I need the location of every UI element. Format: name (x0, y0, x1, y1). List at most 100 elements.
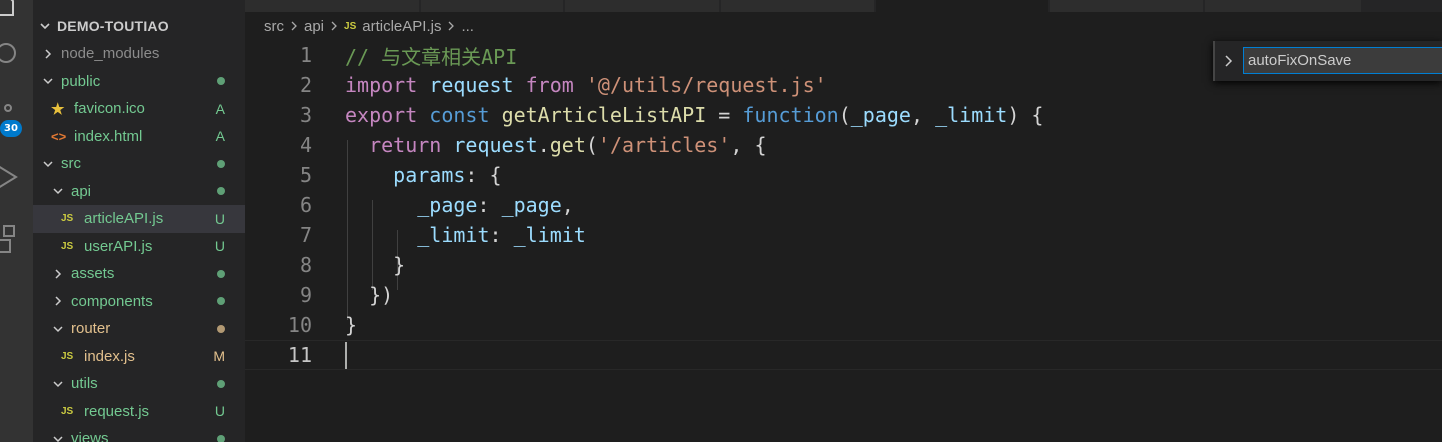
chevron-right-icon (41, 47, 55, 61)
code-line[interactable]: 4 return request.get('/articles', { (245, 130, 1442, 160)
code-line[interactable]: 8 } (245, 250, 1442, 280)
code-token: export (345, 103, 418, 127)
git-status-badge: A (215, 128, 225, 145)
file-item[interactable]: JS index.js M (33, 343, 245, 371)
breadcrumb-api[interactable]: api (304, 18, 324, 35)
tree-item-label: articleAPI.js (84, 210, 164, 228)
file-item[interactable]: JS userAPI.js U (33, 233, 245, 261)
code-line[interactable]: 3 export const getArticleListAPI = functi… (245, 100, 1442, 130)
code-text: _limit: _limit (345, 223, 586, 247)
file-tree: node_modules public ★ favicon.ico A <> index.h… (33, 40, 245, 442)
code-line[interactable]: 7 _limit: _limit (245, 220, 1442, 250)
code-token: '@/utils/request.js' (585, 73, 827, 97)
folder-item[interactable]: public (33, 68, 245, 96)
file-item[interactable]: JS request.js U (33, 398, 245, 426)
chevron-right-icon (447, 21, 455, 31)
toggle-replace-icon[interactable] (1221, 51, 1235, 71)
editor-tab[interactable] (721, 0, 875, 12)
find-input[interactable] (1243, 47, 1442, 74)
js-file-icon: JS (61, 405, 74, 417)
chevron-right-icon (51, 267, 65, 281)
source-control-badge: 30 (0, 120, 22, 137)
tab-strip (245, 0, 1442, 12)
chevron-right-icon (330, 21, 338, 31)
editor-tab[interactable] (565, 0, 720, 12)
git-status-dot (217, 68, 225, 96)
code-token: _limit (935, 103, 1008, 127)
code-token: , (910, 103, 936, 127)
code-line[interactable]: 6 _page: _page, (245, 190, 1442, 220)
folder-item[interactable]: api (33, 178, 245, 206)
js-file-icon: JS (61, 240, 74, 252)
tree-item-label: views (71, 430, 109, 442)
editor-tab[interactable] (1050, 0, 1204, 12)
git-status-dot (217, 370, 225, 398)
code-editor[interactable]: 1 // 与文章相关API 2 import request from '@/util… (245, 40, 1442, 442)
chevron-right-icon (290, 21, 298, 31)
folder-item[interactable]: utils (33, 370, 245, 398)
code-token: import (345, 73, 418, 97)
code-token: _page (850, 103, 911, 127)
code-line[interactable]: 5 params: { (245, 160, 1442, 190)
editor-tab-active[interactable] (876, 0, 1049, 12)
folder-item[interactable]: assets (33, 260, 245, 288)
folder-item[interactable]: src (33, 150, 245, 178)
chevron-down-icon (51, 377, 65, 391)
code-text: }) (345, 283, 393, 307)
run-debug-icon[interactable] (0, 162, 33, 192)
js-file-icon: JS (61, 350, 74, 362)
line-number: 6 (299, 193, 312, 217)
editor-tab[interactable] (245, 0, 420, 12)
code-line[interactable]: 9 }) (245, 280, 1442, 310)
line-number: 4 (299, 133, 312, 157)
chevron-down-icon (51, 184, 65, 198)
git-status-dot (217, 425, 225, 442)
search-icon[interactable] (0, 38, 33, 68)
code-token: }) (345, 283, 394, 307)
tree-item-label: assets (71, 265, 115, 283)
line-number: 9 (299, 283, 312, 307)
star-icon: ★ (51, 100, 65, 118)
code-line[interactable]: 11 (245, 340, 1442, 370)
text-cursor (345, 342, 347, 369)
code-line[interactable]: 10} (245, 310, 1442, 340)
code-token: } (345, 253, 406, 277)
file-item[interactable]: JS articleAPI.js U (33, 205, 245, 233)
explorer-icon[interactable] (0, 0, 33, 20)
code-text: } (345, 313, 357, 337)
code-text: export const getArticleListAPI = functio… (345, 103, 1043, 127)
folder-item[interactable]: views (33, 425, 245, 442)
editor-tab[interactable] (1205, 0, 1362, 12)
line-number: 10 (287, 313, 312, 337)
activity-bar: 30 (0, 0, 33, 442)
file-item[interactable]: <> index.html A (33, 123, 245, 151)
git-status-badge: U (214, 210, 225, 227)
extensions-icon[interactable] (0, 224, 33, 254)
code-token: : (477, 193, 502, 217)
tree-item-label: api (71, 182, 92, 200)
code-token: from (525, 73, 574, 97)
breadcrumb-src[interactable]: src (264, 18, 284, 35)
workspace-title: DEMO-TOUTIAO (57, 18, 169, 34)
code-text: import request from '@/utils/request.js' (345, 73, 827, 97)
code-text: return request.get('/articles', { (345, 133, 766, 157)
tree-item-label: request.js (84, 402, 150, 420)
explorer-section-header[interactable]: DEMO-TOUTIAO (33, 12, 245, 40)
code-token: } (345, 313, 358, 337)
folder-item[interactable]: components (33, 288, 245, 316)
folder-item[interactable]: router (33, 315, 245, 343)
breadcrumb-file[interactable]: articleAPI.js (362, 18, 441, 35)
tree-item-label: index.html (74, 127, 143, 145)
tree-item-label: utils (71, 375, 98, 393)
breadcrumb-symbols[interactable]: ... (461, 18, 474, 35)
editor-tab[interactable] (421, 0, 564, 12)
code-token: ( (585, 133, 598, 157)
folder-item[interactable]: node_modules (33, 40, 245, 68)
file-item[interactable]: ★ favicon.ico A (33, 95, 245, 123)
code-token: : { (465, 163, 502, 187)
git-status-badge: A (215, 100, 225, 117)
